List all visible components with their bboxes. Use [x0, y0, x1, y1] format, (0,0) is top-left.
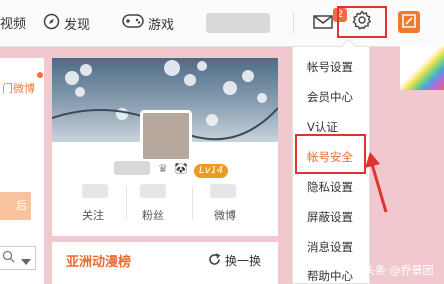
dropdown-caret-icon[interactable]	[21, 255, 31, 268]
edit-icon	[402, 13, 416, 32]
nav-video[interactable]: 视频	[0, 13, 26, 32]
profile-card: ♛ 🐼 Lv14 关注 粉丝 微博	[52, 58, 278, 236]
avatar[interactable]	[140, 110, 192, 162]
username-name-blurred[interactable]	[114, 161, 150, 175]
stat-weibo[interactable]: 微博	[200, 207, 250, 223]
gear-icon	[352, 10, 372, 34]
mail-icon[interactable]	[313, 14, 333, 34]
compose-button[interactable]	[398, 11, 420, 33]
crown-icon: ♛	[158, 162, 168, 175]
stat-count-weibo	[210, 184, 236, 198]
stat-count-fans	[140, 184, 166, 198]
menu-item-member-center[interactable]: 会员中心	[307, 89, 353, 105]
refresh-icon	[208, 252, 221, 269]
menu-item-message-settings[interactable]: 消息设置	[307, 239, 353, 255]
watermark: 头条 @乔景团	[364, 264, 434, 277]
top-bar: 视频 发现 游戏 2	[0, 0, 444, 47]
refresh-label: 换一换	[225, 254, 262, 268]
stat-fans[interactable]: 粉丝	[128, 207, 178, 223]
nav-discover[interactable]: 发现	[43, 13, 90, 34]
corner-decoration	[400, 46, 444, 90]
highlight-box	[295, 134, 366, 174]
menu-item-privacy-settings[interactable]: 隐私设置	[307, 179, 353, 195]
nav-game[interactable]: 游戏	[122, 13, 174, 33]
left-orange-button[interactable]: 后	[0, 192, 31, 220]
annotation-arrow-icon	[365, 152, 388, 213]
menu-item-help-center[interactable]: 帮助中心	[307, 268, 353, 284]
menu-item-v-verify[interactable]: V认证	[307, 119, 338, 135]
anime-ranking-title[interactable]: 亚洲动漫榜	[66, 251, 131, 270]
nav-game-label: 游戏	[148, 17, 175, 33]
level-badge: Lv14	[194, 164, 229, 178]
stat-follow[interactable]: 关注	[68, 207, 118, 223]
gamepad-icon	[122, 13, 144, 33]
menu-item-block-settings[interactable]: 屏蔽设置	[307, 209, 353, 225]
left-search-input[interactable]	[0, 246, 36, 270]
anime-ranking-panel: 亚洲动漫榜 换一换	[52, 242, 278, 284]
settings-button[interactable]	[337, 6, 387, 38]
stat-divider	[126, 186, 127, 220]
left-weibo-link[interactable]: 门微博	[2, 80, 35, 96]
divider	[293, 12, 294, 34]
panda-icon: 🐼	[174, 162, 188, 175]
search-icon	[2, 250, 16, 267]
stat-divider	[192, 186, 193, 220]
stat-count-follow	[82, 184, 108, 198]
compass-icon	[43, 13, 60, 34]
red-dot-indicator	[37, 72, 43, 78]
refresh-button[interactable]: 换一换	[208, 252, 261, 269]
menu-item-account-settings[interactable]: 帐号设置	[307, 59, 353, 75]
nav-discover-label: 发现	[64, 18, 91, 33]
username-blurred[interactable]	[206, 13, 270, 33]
nav-video-label: 视频	[0, 17, 27, 32]
